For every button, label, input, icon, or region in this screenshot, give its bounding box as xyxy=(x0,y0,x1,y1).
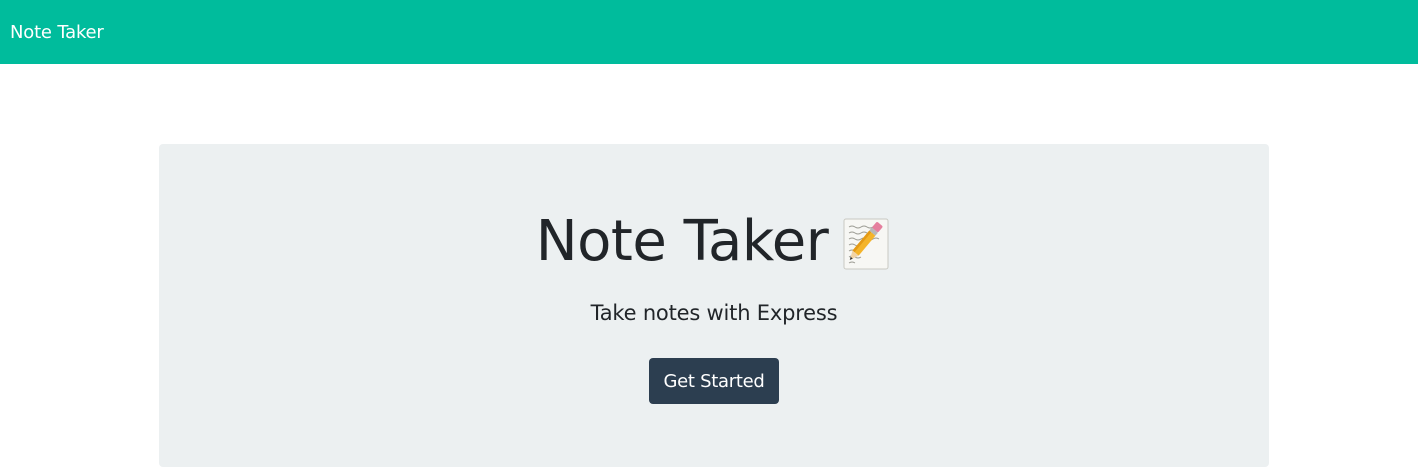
hero-title-row: Note Taker xyxy=(159,206,1269,278)
hero-subtitle: Take notes with Express xyxy=(590,301,838,325)
navbar: Note Taker xyxy=(0,0,1418,64)
memo-icon xyxy=(842,216,892,272)
get-started-button[interactable]: Get Started xyxy=(649,358,779,404)
hero-title: Note Taker xyxy=(535,209,829,274)
hero-panel: Note Taker Take notes with Express Get S… xyxy=(159,144,1269,467)
navbar-brand[interactable]: Note Taker xyxy=(10,22,104,43)
